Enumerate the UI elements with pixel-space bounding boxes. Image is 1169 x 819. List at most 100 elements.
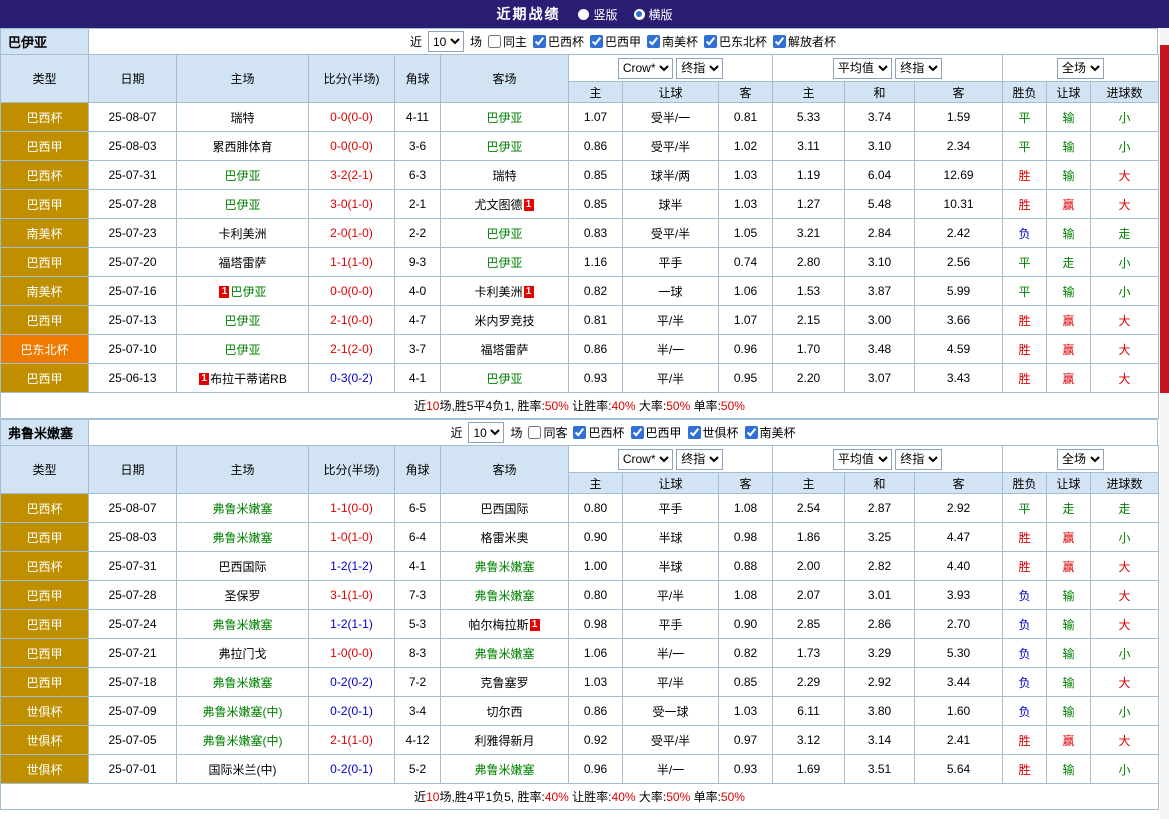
result-goals: 大 — [1091, 364, 1159, 393]
league-checkbox[interactable] — [773, 35, 786, 48]
average-select[interactable]: 平均值 — [833, 449, 892, 470]
summary-part: 40% — [612, 790, 636, 804]
corner-score: 4-1 — [395, 364, 441, 393]
score: 1-0(0-0) — [309, 639, 395, 668]
league-filter[interactable]: 巴西杯 — [533, 33, 584, 50]
scope-header: 全场 — [1003, 446, 1159, 473]
same-venue-checkbox[interactable] — [488, 35, 501, 48]
result-handicap: 赢 — [1047, 190, 1091, 219]
same-venue-filter[interactable]: 同主 — [488, 33, 527, 50]
sub-asian-away: 客 — [719, 82, 773, 103]
same-venue-checkbox[interactable] — [528, 426, 541, 439]
result-goals: 大 — [1091, 161, 1159, 190]
same-venue-label: 同客 — [543, 424, 567, 441]
match-date: 25-07-24 — [89, 610, 177, 639]
sub-asian-home: 主 — [569, 473, 623, 494]
team-label: 弗鲁米嫩塞 — [212, 531, 272, 545]
match-row: 世俱杯25-07-09弗鲁米嫩塞(中)0-2(0-1)3-4切尔西0.86受一球… — [1, 697, 1159, 726]
team-label: 巴伊亚 — [230, 285, 266, 299]
league-filter[interactable]: 巴西甲 — [631, 424, 682, 441]
result-handicap: 输 — [1047, 668, 1091, 697]
sub-handicap-result: 让球 — [1047, 473, 1091, 494]
corner-score: 4-7 — [395, 306, 441, 335]
scope-select[interactable]: 全场 — [1057, 449, 1104, 470]
result-outcome: 胜 — [1003, 755, 1047, 784]
bookmaker-select[interactable]: Crow* — [618, 449, 673, 470]
scope-select[interactable]: 全场 — [1057, 58, 1104, 79]
bookmaker-select[interactable]: Crow* — [618, 58, 673, 79]
score: 1-2(1-1) — [309, 610, 395, 639]
avg-away: 5.99 — [915, 277, 1003, 306]
scrollbar-thumb[interactable] — [1160, 45, 1169, 393]
avg-home: 2.15 — [773, 306, 845, 335]
score: 2-1(0-0) — [309, 306, 395, 335]
league-label: 南美杯 — [760, 424, 796, 441]
league-checkbox[interactable] — [745, 426, 758, 439]
away-team: 帕尔梅拉斯1 — [441, 610, 569, 639]
avg-draw: 3.51 — [845, 755, 915, 784]
league-filter[interactable]: 巴西杯 — [573, 424, 624, 441]
match-date: 25-07-28 — [89, 190, 177, 219]
league-checkbox[interactable] — [533, 35, 546, 48]
avg-home: 1.86 — [773, 523, 845, 552]
league-checkbox[interactable] — [573, 426, 586, 439]
league-filter[interactable]: 解放者杯 — [773, 33, 836, 50]
odds-home: 0.96 — [569, 755, 623, 784]
result-goals: 小 — [1091, 523, 1159, 552]
average-select[interactable]: 平均值 — [833, 58, 892, 79]
final-odds-select[interactable]: 终指 — [676, 449, 723, 470]
same-venue-filter[interactable]: 同客 — [528, 424, 567, 441]
league-filter[interactable]: 南美杯 — [647, 33, 698, 50]
league-filter[interactable]: 世俱杯 — [688, 424, 739, 441]
match-date: 25-07-28 — [89, 581, 177, 610]
avg-away: 4.59 — [915, 335, 1003, 364]
odds-away: 0.93 — [719, 755, 773, 784]
league-filter[interactable]: 巴西甲 — [590, 33, 641, 50]
sub-asian-home: 主 — [569, 82, 623, 103]
recent-count-select[interactable]: 10 — [468, 422, 504, 443]
league-checkbox[interactable] — [631, 426, 644, 439]
team-label: 巴伊亚 — [486, 256, 522, 270]
final-odds-select2[interactable]: 终指 — [895, 58, 942, 79]
result-goals: 走 — [1091, 494, 1159, 523]
result-handicap: 输 — [1047, 103, 1091, 132]
match-type: 巴西甲 — [1, 639, 89, 668]
avg-away: 3.43 — [915, 364, 1003, 393]
league-checkbox[interactable] — [688, 426, 701, 439]
team-label: 巴西国际 — [218, 560, 266, 574]
recent-count-select[interactable]: 10 — [428, 31, 464, 52]
match-row: 巴西杯25-07-31巴伊亚3-2(2-1)6-3瑞特0.85球半/两1.031… — [1, 161, 1159, 190]
avg-draw: 2.82 — [845, 552, 915, 581]
final-odds-select[interactable]: 终指 — [676, 58, 723, 79]
sub-asian-handicap: 让球 — [623, 82, 719, 103]
odds-handicap: 平手 — [623, 610, 719, 639]
league-filter[interactable]: 南美杯 — [745, 424, 796, 441]
final-odds-select2[interactable]: 终指 — [895, 449, 942, 470]
league-checkbox[interactable] — [704, 35, 717, 48]
match-row: 巴西甲25-08-03累西腓体育0-0(0-0)3-6巴伊亚0.86受平/半1.… — [1, 132, 1159, 161]
layout-radio-horizontal[interactable]: 横版 — [634, 6, 673, 23]
odds-handicap: 受半/一 — [623, 103, 719, 132]
home-team: 巴伊亚 — [177, 190, 309, 219]
odds-home: 0.80 — [569, 494, 623, 523]
league-checkbox[interactable] — [590, 35, 603, 48]
odds-handicap: 半球 — [623, 552, 719, 581]
result-outcome: 负 — [1003, 581, 1047, 610]
result-outcome: 负 — [1003, 697, 1047, 726]
layout-radio-vertical[interactable]: 竖版 — [578, 6, 617, 23]
odds-home: 0.98 — [569, 610, 623, 639]
summary-part: 50% — [721, 399, 745, 413]
corner-score: 3-6 — [395, 132, 441, 161]
match-date: 25-07-31 — [89, 552, 177, 581]
league-checkbox[interactable] — [647, 35, 660, 48]
avg-home: 1.70 — [773, 335, 845, 364]
team-label: 帕尔梅拉斯 — [468, 618, 528, 632]
league-filters: 巴西杯巴西甲南美杯巴东北杯解放者杯 — [533, 33, 836, 50]
corner-score: 2-2 — [395, 219, 441, 248]
result-outcome: 平 — [1003, 248, 1047, 277]
match-date: 25-07-18 — [89, 668, 177, 697]
odds-handicap: 平/半 — [623, 306, 719, 335]
league-filter[interactable]: 巴东北杯 — [704, 33, 767, 50]
match-type: 巴东北杯 — [1, 335, 89, 364]
odds-handicap: 半/一 — [623, 639, 719, 668]
